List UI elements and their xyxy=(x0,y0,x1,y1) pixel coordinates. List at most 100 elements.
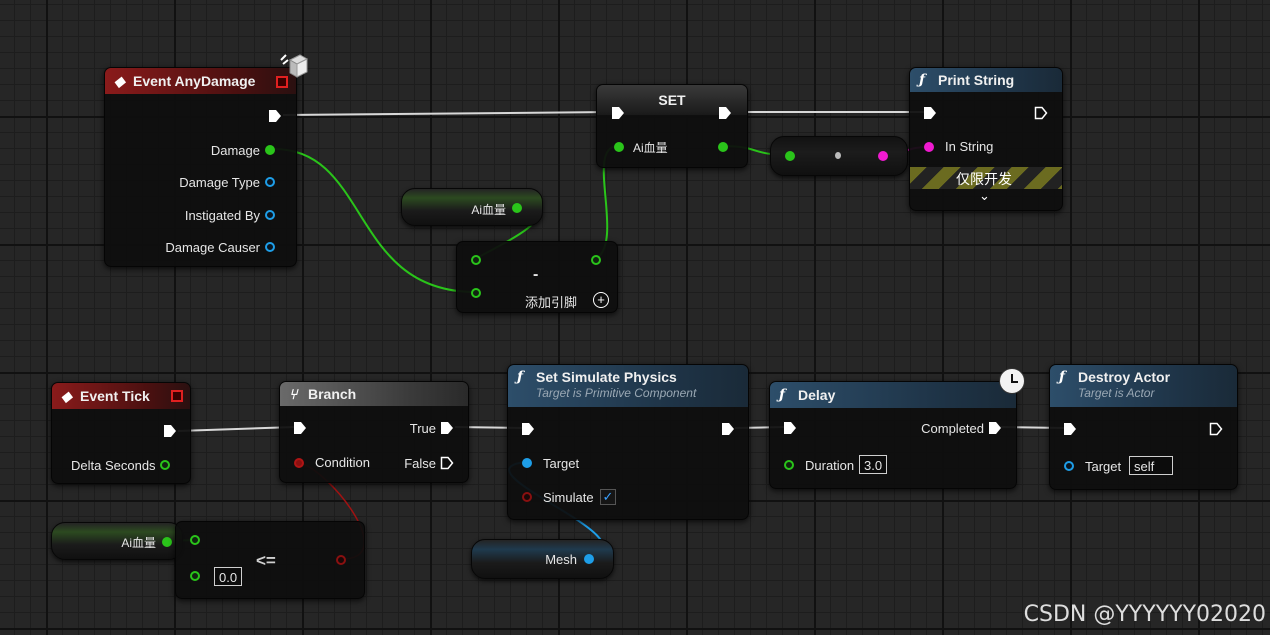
delay-exec-in-pin[interactable] xyxy=(783,421,797,435)
destroy-target-input[interactable]: self xyxy=(1129,456,1173,475)
get-ai-top-label: Ai血量 xyxy=(471,203,506,217)
event-tick-node[interactable]: ◆ Event Tick Delta Seconds xyxy=(51,382,191,484)
completed-exec-pin[interactable] xyxy=(988,421,1002,435)
destroy-subtitle: Target is Actor xyxy=(1078,386,1155,400)
set-value-label: Ai血量 xyxy=(633,141,668,155)
function-icon: ƒ xyxy=(779,387,786,403)
instigated-by-pin[interactable] xyxy=(265,210,275,220)
subtract-node[interactable]: - 添加引脚 + xyxy=(456,241,618,313)
completed-label: Completed xyxy=(921,421,984,436)
clock-icon xyxy=(999,368,1025,394)
in-string-label: In String xyxy=(945,139,994,154)
damage-causer-label: Damage Causer xyxy=(165,240,260,255)
destroy-exec-out-pin[interactable] xyxy=(1209,422,1223,436)
print-exec-in-pin[interactable] xyxy=(923,106,937,120)
duration-input[interactable]: 3.0 xyxy=(859,455,888,474)
gear-cube-icon xyxy=(280,54,308,78)
less-equal-node[interactable]: 0.0 <= xyxy=(175,521,365,599)
event-tick-title: Event Tick xyxy=(80,388,150,404)
delay-node[interactable]: ƒ Delay Completed Duration 3.0 xyxy=(769,381,1017,489)
mesh-label: Mesh xyxy=(545,552,577,567)
add-pin-icon[interactable]: + xyxy=(593,292,609,308)
subtract-b-pin[interactable] xyxy=(471,288,481,298)
print-string-node[interactable]: ƒ Print String In String 仅限开发 ⌄ xyxy=(909,67,1063,211)
event-tick-header[interactable]: ◆ Event Tick xyxy=(52,383,190,409)
destroy-header[interactable]: ƒ Destroy Actor Target is Actor xyxy=(1050,365,1237,407)
delay-title: Delay xyxy=(798,387,836,403)
set-sim-exec-out-pin[interactable] xyxy=(721,422,735,436)
true-label: True xyxy=(409,421,436,436)
set-sim-target-pin[interactable] xyxy=(522,458,532,468)
compare-out-pin[interactable] xyxy=(336,555,346,565)
branch-header[interactable]: ⑂ Branch xyxy=(280,382,468,406)
event-diamond-icon: ◆ xyxy=(61,388,72,404)
compare-b-input[interactable]: 0.0 xyxy=(214,567,243,586)
destroy-actor-node[interactable]: ƒ Destroy Actor Target is Actor Target s… xyxy=(1049,364,1238,490)
branch-exec-in-pin[interactable] xyxy=(293,421,307,435)
destroy-target-pin[interactable] xyxy=(1064,461,1074,471)
set-exec-out-pin[interactable] xyxy=(718,106,732,120)
compare-a-pin[interactable] xyxy=(190,535,200,545)
float-to-string-conversion[interactable] xyxy=(770,136,908,176)
in-string-pin[interactable] xyxy=(924,142,934,152)
get-ai-top-out-pin[interactable] xyxy=(512,203,522,213)
instigated-by-label: Instigated By xyxy=(184,208,260,223)
false-exec-pin[interactable] xyxy=(440,456,454,470)
subtract-symbol: - xyxy=(533,266,539,283)
set-node[interactable]: SET Ai血量 xyxy=(596,84,748,168)
branch-title: Branch xyxy=(308,386,357,402)
get-ai-bottom-out-pin[interactable] xyxy=(162,537,172,547)
simulate-pin[interactable] xyxy=(522,492,532,502)
subtract-a-pin[interactable] xyxy=(471,255,481,265)
exec-out-pin[interactable] xyxy=(268,109,282,123)
condition-pin[interactable] xyxy=(294,458,304,468)
print-exec-out-pin[interactable] xyxy=(1034,106,1048,120)
subtract-out-pin[interactable] xyxy=(591,255,601,265)
tick-delegate-pin[interactable] xyxy=(171,390,183,402)
print-string-header[interactable]: ƒ Print String xyxy=(910,68,1062,92)
simulate-checkbox[interactable]: ✓ xyxy=(600,489,616,505)
event-diamond-icon: ◆ xyxy=(114,73,125,89)
delta-seconds-pin[interactable] xyxy=(160,460,170,470)
get-ai-health-bottom[interactable]: Ai血量 xyxy=(51,522,183,560)
set-title: SET xyxy=(658,92,686,108)
conversion-in-pin[interactable] xyxy=(785,151,795,161)
function-icon: ƒ xyxy=(1059,369,1066,385)
set-sim-subtitle: Target is Primitive Component xyxy=(536,386,697,400)
set-sim-header[interactable]: ƒ Set Simulate Physics Target is Primiti… xyxy=(508,365,748,407)
damage-type-pin[interactable] xyxy=(265,177,275,187)
damage-pin[interactable] xyxy=(265,145,275,155)
damage-causer-pin[interactable] xyxy=(265,242,275,252)
set-value-in-pin[interactable] xyxy=(614,142,624,152)
dev-only-label: 仅限开发 xyxy=(956,171,1012,187)
add-pin-label[interactable]: 添加引脚 xyxy=(525,292,577,311)
branch-icon: ⑂ xyxy=(289,386,298,402)
print-string-title: Print String xyxy=(938,72,1015,88)
chevron-down-icon[interactable]: ⌄ xyxy=(979,188,990,204)
damage-type-label: Damage Type xyxy=(179,175,260,190)
conversion-dot xyxy=(835,152,841,159)
compare-b-pin[interactable] xyxy=(190,571,200,581)
conversion-out-pin[interactable] xyxy=(878,151,888,161)
compare-symbol: <= xyxy=(256,551,276,570)
set-simulate-physics-node[interactable]: ƒ Set Simulate Physics Target is Primiti… xyxy=(507,364,749,520)
set-exec-in-pin[interactable] xyxy=(611,106,625,120)
branch-node[interactable]: ⑂ Branch True Condition False xyxy=(279,381,469,483)
delta-seconds-label: Delta Seconds xyxy=(71,458,156,473)
event-anydamage-header[interactable]: ◆ Event AnyDamage xyxy=(105,68,296,94)
set-sim-exec-in-pin[interactable] xyxy=(521,422,535,436)
get-ai-health-top[interactable]: Ai血量 xyxy=(401,188,543,226)
true-exec-pin[interactable] xyxy=(440,421,454,435)
event-anydamage-node[interactable]: ◆ Event AnyDamage Damage Damage Type Ins… xyxy=(104,67,297,267)
get-ai-bottom-label: Ai血量 xyxy=(121,536,156,550)
mesh-out-pin[interactable] xyxy=(584,554,594,564)
set-sim-title: Set Simulate Physics xyxy=(536,369,677,385)
mesh-variable[interactable]: Mesh xyxy=(471,539,614,579)
tick-exec-out-pin[interactable] xyxy=(163,424,177,438)
set-value-out-pin[interactable] xyxy=(718,142,728,152)
delay-header[interactable]: ƒ Delay xyxy=(770,382,1016,408)
simulate-label: Simulate xyxy=(543,490,594,505)
destroy-target-label: Target xyxy=(1085,459,1122,474)
duration-pin[interactable] xyxy=(784,460,794,470)
destroy-exec-in-pin[interactable] xyxy=(1063,422,1077,436)
